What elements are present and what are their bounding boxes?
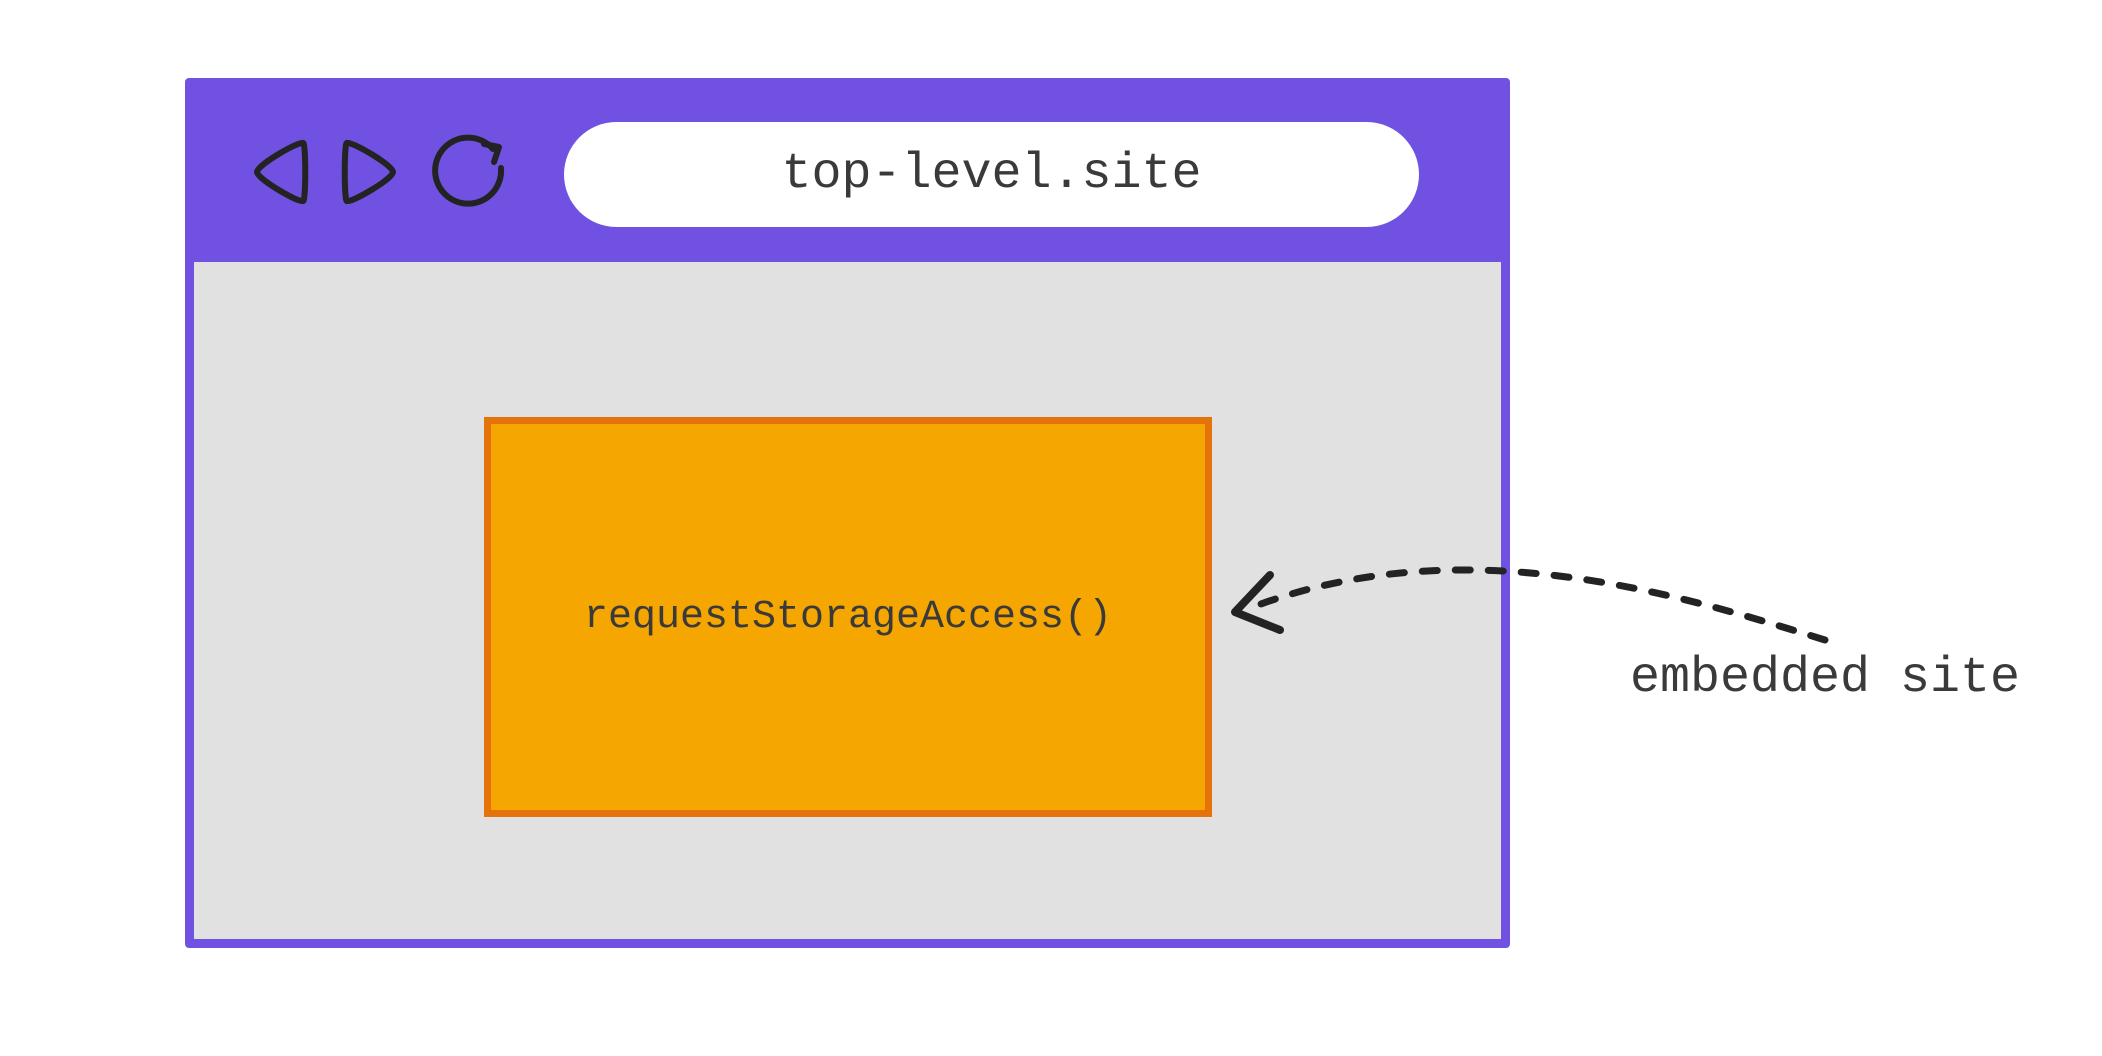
url-bar: top-level.site [564,122,1419,227]
annotation-label: embedded site [1630,650,2020,707]
url-text: top-level.site [781,146,1201,203]
reload-icon [429,132,509,217]
embedded-iframe: requestStorageAccess() [484,417,1212,817]
browser-toolbar: top-level.site [194,87,1501,262]
forward-icon [339,135,401,214]
iframe-code: requestStorageAccess() [584,595,1112,640]
diagram-canvas: top-level.site requestStorageAccess() em… [0,0,2102,1056]
nav-icon-group [249,132,509,217]
back-icon [249,135,311,214]
